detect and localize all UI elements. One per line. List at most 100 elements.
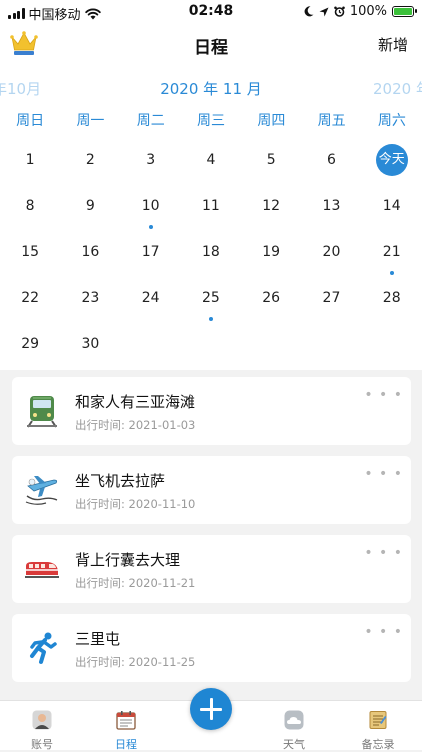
calendar-day-number: 16 xyxy=(81,244,100,260)
calendar-day-number: 8 xyxy=(25,198,35,214)
calendar-day[interactable]: 2 xyxy=(60,138,120,184)
tab-schedule[interactable]: 日程 xyxy=(96,710,156,752)
calendar-day[interactable]: 1 xyxy=(0,138,60,184)
calendar-day-number: 5 xyxy=(266,152,276,168)
runner-icon xyxy=(30,632,57,664)
calendar-icon xyxy=(116,711,136,730)
more-options-button[interactable]: • • • xyxy=(364,388,403,402)
calendar-day-number: 25 xyxy=(202,290,220,306)
calendar: 年10月 2020 年 11 月 2020 年 周日 周一 周二 周三 周四 周… xyxy=(0,64,422,370)
calendar-day[interactable]: 11 xyxy=(181,184,241,230)
battery-icon xyxy=(392,6,417,17)
alarm-icon xyxy=(334,6,345,17)
tab-memo[interactable]: 备忘录 xyxy=(348,710,408,752)
page-title: 日程 xyxy=(194,38,228,58)
day-grid: 1 2 3 4 5 6 今天 8 9 10 11 12 13 14 15 16 17 18 19 20 21 22 23 24… xyxy=(0,138,422,368)
weekday-label: 周六 xyxy=(377,113,406,129)
event-dot xyxy=(148,225,153,229)
calendar-day-number: 6 xyxy=(326,152,336,168)
tab-weather[interactable]: 天气 xyxy=(264,710,324,752)
trip-date-value: 2020-11-21 xyxy=(128,576,196,590)
trip-card[interactable]: 坐飞机去拉萨 出行时间: 2020-11-10 • • • xyxy=(12,456,411,524)
weather-icon xyxy=(284,710,304,730)
trip-card[interactable]: 三里屯 出行时间: 2020-11-25 • • • xyxy=(12,614,411,682)
calendar-day-number: 4 xyxy=(206,152,216,168)
weekday-label: 周三 xyxy=(197,113,226,129)
airplane-icon xyxy=(25,476,58,505)
calendar-day[interactable]: 15 xyxy=(0,230,60,276)
calendar-day[interactable]: 6 xyxy=(301,138,361,184)
calendar-day[interactable]: 10 xyxy=(121,184,181,230)
status-right: 100% xyxy=(304,4,417,19)
calendar-day-number: 10 xyxy=(141,198,160,214)
calendar-day[interactable]: 24 xyxy=(121,276,181,322)
month-scroller[interactable]: 年10月 2020 年 11 月 2020 年 xyxy=(0,78,422,100)
calendar-day-number: 28 xyxy=(382,290,401,306)
more-options-button[interactable]: • • • xyxy=(364,467,403,481)
moon-icon xyxy=(304,6,314,17)
trip-date-value: 2020-11-10 xyxy=(128,497,196,511)
next-month-label[interactable]: 2020 年 xyxy=(373,78,422,99)
weekday-label: 周四 xyxy=(257,113,286,129)
current-month-label: 2020 年 11 月 xyxy=(160,80,262,98)
calendar-day[interactable]: 26 xyxy=(241,276,301,322)
calendar-day-number: 21 xyxy=(382,244,401,260)
calendar-day[interactable]: 8 xyxy=(0,184,60,230)
calendar-day[interactable]: 17 xyxy=(121,230,181,276)
trip-card[interactable]: 和家人有三亚海滩 出行时间: 2021-01-03 • • • xyxy=(12,377,411,445)
calendar-day-today[interactable]: 今天 xyxy=(362,138,422,184)
calendar-day-number: 11 xyxy=(202,198,220,214)
calendar-day[interactable]: 28 xyxy=(362,276,422,322)
calendar-day[interactable]: 18 xyxy=(181,230,241,276)
calendar-day-number: 20 xyxy=(322,244,341,260)
calendar-day[interactable]: 27 xyxy=(301,276,361,322)
weekday-label: 周五 xyxy=(317,113,346,129)
tab-account[interactable]: 账号 xyxy=(12,710,72,752)
calendar-day[interactable]: 12 xyxy=(241,184,301,230)
calendar-day[interactable]: 3 xyxy=(121,138,181,184)
train-icon xyxy=(27,396,57,428)
event-dot xyxy=(208,317,213,321)
battery-percent: 100% xyxy=(349,4,387,19)
more-options-button[interactable]: • • • xyxy=(364,625,403,639)
calendar-day-number: 23 xyxy=(81,290,100,306)
calendar-day[interactable]: 19 xyxy=(241,230,301,276)
trip-date-label: 出行时间: xyxy=(75,418,125,432)
calendar-day-number: 18 xyxy=(202,244,220,260)
trip-date: 出行时间: 2020-11-25 xyxy=(75,654,195,670)
calendar-day[interactable]: 30 xyxy=(60,322,120,368)
calendar-day[interactable]: 14 xyxy=(362,184,422,230)
calendar-day[interactable]: 21 xyxy=(362,230,422,276)
trip-date-value: 2020-11-25 xyxy=(128,655,196,669)
calendar-day-number: 13 xyxy=(322,198,341,214)
calendar-day[interactable]: 13 xyxy=(301,184,361,230)
status-bar: 中国移动 02:48 100% xyxy=(0,0,422,24)
calendar-day[interactable]: 20 xyxy=(301,230,361,276)
more-options-button[interactable]: • • • xyxy=(364,546,403,560)
calendar-day[interactable]: 5 xyxy=(241,138,301,184)
calendar-day[interactable]: 16 xyxy=(60,230,120,276)
calendar-day[interactable]: 9 xyxy=(60,184,120,230)
trip-card[interactable]: 背上行囊去大理 出行时间: 2020-11-21 • • • xyxy=(12,535,411,603)
calendar-day[interactable]: 22 xyxy=(0,276,60,322)
calendar-day[interactable]: 23 xyxy=(60,276,120,322)
calendar-day-number: 3 xyxy=(146,152,156,168)
add-trip-button[interactable] xyxy=(190,688,232,730)
calendar-day[interactable]: 29 xyxy=(0,322,60,368)
weekday-header: 周日 周一 周二 周三 周四 周五 周六 xyxy=(0,110,422,130)
calendar-day-number: 今天 xyxy=(375,144,408,176)
calendar-day-number: 30 xyxy=(81,336,100,352)
add-button[interactable]: 新增 xyxy=(378,34,408,55)
trip-date-value: 2021-01-03 xyxy=(128,418,196,432)
trip-title: 背上行囊去大理 xyxy=(75,551,181,569)
trip-date-label: 出行时间: xyxy=(75,497,125,511)
calendar-day-number: 14 xyxy=(382,198,401,214)
trip-title: 坐飞机去拉萨 xyxy=(75,472,166,490)
trip-date-label: 出行时间: xyxy=(75,655,125,669)
calendar-day-number: 24 xyxy=(141,290,160,306)
calendar-day-number: 26 xyxy=(262,290,281,306)
calendar-day-number: 22 xyxy=(21,290,40,306)
calendar-day[interactable]: 4 xyxy=(181,138,241,184)
nav-bar: 日程 新增 xyxy=(0,24,422,64)
calendar-day[interactable]: 25 xyxy=(181,276,241,322)
